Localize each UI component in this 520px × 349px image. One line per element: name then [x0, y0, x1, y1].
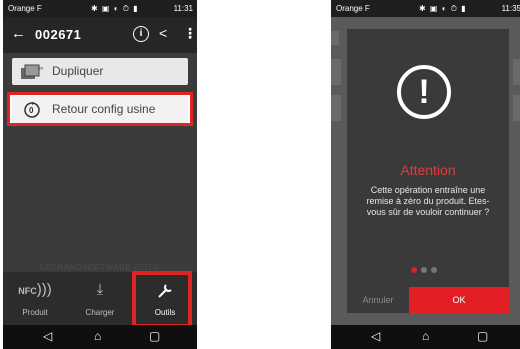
duplicate-icon: ∞	[21, 64, 43, 79]
dialog-message: Cette opération entraîne une remise à zé…	[366, 185, 490, 217]
info-icon[interactable]: i	[133, 26, 149, 42]
pager-dot	[421, 267, 427, 273]
tab-produit[interactable]: NFC))) Produit	[3, 272, 67, 325]
duplicate-label: Dupliquer	[52, 64, 104, 78]
tab-charger-label: Charger	[85, 308, 115, 317]
outils-highlight-frame	[132, 271, 192, 328]
clock: 11:35	[501, 4, 520, 13]
phone-screen-dialog: Orange F ✱ ▣ ◐ ⏱ ▮ 11:35 ! Attention Cet…	[331, 0, 520, 349]
share-icon[interactable]: <	[159, 25, 167, 41]
android-nav-bar: ◁ ⌂ ▢	[331, 325, 520, 349]
duplicate-button[interactable]: ∞ Dupliquer	[12, 58, 188, 85]
status-icons: ✱ ▣ ◐ ⏱ ▮	[419, 4, 467, 13]
factory-reset-button[interactable]: 0 Retour config usine	[12, 96, 188, 123]
tab-charger[interactable]: ⤓ Charger	[68, 272, 132, 325]
nav-home-icon[interactable]: ⌂	[94, 329, 101, 343]
status-bar: Orange F ✱ ▣ ◐ ⏱ ▮ 11:35	[331, 0, 520, 17]
more-vertical-icon[interactable]: ⋮	[183, 25, 197, 42]
app-bar: ← 002671 i < ⋮	[3, 17, 197, 53]
pager-dots	[411, 267, 451, 273]
nav-recent-icon[interactable]: ▢	[149, 329, 160, 343]
status-bar: Orange F ✱ ▣ ◐ ⏱ ▮ 11:31	[3, 0, 197, 17]
dialog-title: Attention	[400, 162, 456, 178]
carrier-label: Orange F	[8, 4, 42, 13]
download-icon: ⤓	[96, 281, 104, 298]
factory-reset-label: Retour config usine	[52, 102, 156, 116]
ok-button[interactable]: OK	[409, 287, 509, 313]
back-arrow-icon[interactable]: ←	[11, 25, 26, 42]
nfc-icon: NFC)))	[18, 281, 52, 298]
nav-home-icon[interactable]: ⌂	[422, 329, 429, 343]
tab-produit-label: Produit	[22, 308, 48, 317]
android-nav-bar: ◁ ⌂ ▢	[3, 325, 197, 349]
status-icons: ✱ ▣ ◐ ⏱ ▮	[91, 4, 139, 13]
phone-screen-tools: Orange F ✱ ▣ ◐ ⏱ ▮ 11:31 ← 002671 i < ⋮ …	[3, 0, 197, 349]
pager-dot-active	[411, 267, 417, 273]
pager-dot	[431, 267, 437, 273]
clock: 11:31	[173, 4, 193, 13]
nav-back-icon[interactable]: ◁	[371, 329, 380, 343]
svg-text:0: 0	[29, 106, 34, 115]
warning-icon: !	[397, 65, 451, 119]
carrier-label: Orange F	[336, 4, 370, 13]
factory-reset-icon: 0	[24, 102, 40, 118]
page-title: 002671	[35, 27, 82, 42]
cancel-button[interactable]: Annuler	[347, 287, 409, 313]
nav-back-icon[interactable]: ◁	[43, 329, 52, 343]
svg-text:∞: ∞	[39, 66, 43, 72]
warning-dialog: ! Attention Cette opération entraîne une…	[347, 29, 509, 313]
nav-recent-icon[interactable]: ▢	[477, 329, 488, 343]
